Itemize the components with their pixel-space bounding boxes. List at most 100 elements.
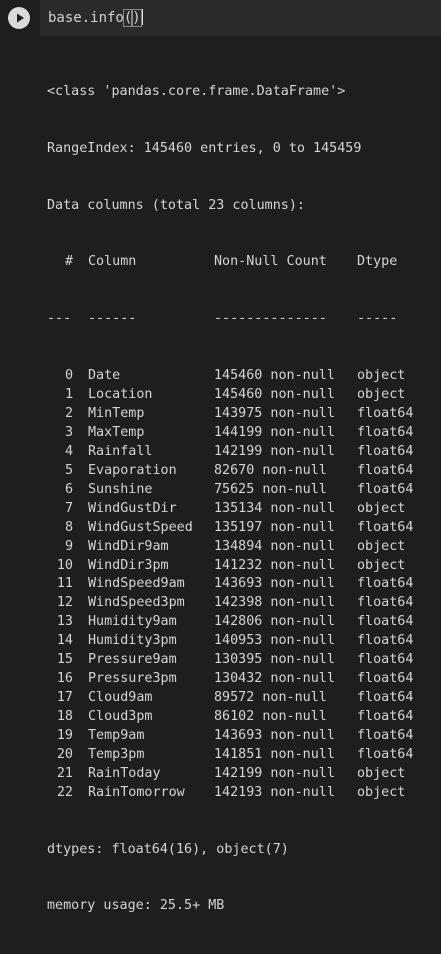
row-column: Location: [88, 387, 153, 403]
row-column: WindSpeed3pm: [88, 595, 185, 611]
row-idx: 12: [56, 595, 73, 611]
row-idx: 14: [56, 633, 73, 649]
table-row: 2 MinTemp 143975 non-null float64: [47, 405, 427, 424]
row-idx: 20: [56, 746, 73, 762]
row-column: Temp3pm: [88, 746, 145, 762]
row-idx: 0: [64, 368, 73, 384]
row-idx: 16: [56, 671, 73, 687]
code-line: base.info(): [48, 8, 143, 28]
row-dtype: object: [357, 557, 406, 573]
row-idx: 7: [64, 500, 73, 516]
row-dtype: float64: [357, 690, 414, 706]
row-column: RainTomorrow: [88, 784, 185, 800]
row-dtype: float64: [357, 709, 414, 724]
row-nonnull: 89572 non-null: [214, 690, 327, 706]
table-body: 0 Date 145460 non-null object 1 Location 14546…: [47, 367, 427, 803]
row-idx: 8: [64, 519, 73, 535]
table-row: 19 Temp9am 143693 non-null float64: [47, 727, 427, 746]
row-column: Pressure3pm: [88, 671, 177, 687]
row-nonnull: 141851 non-null: [214, 746, 335, 762]
row-nonnull: 143693 non-null: [214, 727, 335, 743]
table-row: 4 Rainfall 142199 non-null float64: [47, 443, 427, 462]
row-idx: 5: [64, 462, 73, 478]
table-row: 12 WindSpeed3pm 142398 non-null float64: [47, 594, 427, 613]
text-caret: [141, 9, 143, 25]
table-separator: --- ------ -------------- -----: [47, 310, 427, 329]
row-idx: 19: [56, 727, 73, 743]
row-column: Humidity3pm: [88, 633, 177, 649]
table-row: 15 Pressure9am 130395 non-null float64: [47, 651, 427, 670]
row-column: WindGustDir: [88, 500, 177, 516]
row-column: WindDir3pm: [88, 557, 169, 573]
row-dtype: float64: [357, 671, 414, 687]
row-dtype: float64: [357, 633, 414, 649]
row-idx: 18: [56, 709, 73, 724]
code-editor[interactable]: base.info(): [40, 0, 441, 36]
row-idx: 13: [56, 614, 73, 630]
dtypes-line: dtypes: float64(16), object(7): [47, 841, 289, 857]
row-dtype: float64: [357, 595, 414, 611]
row-column: Humidity9am: [88, 614, 177, 630]
memory-usage-line: memory usage: 25.5+ MB: [47, 898, 225, 914]
row-dtype: object: [357, 368, 406, 384]
table-row: 18 Cloud3pm 86102 non-null float64: [47, 708, 427, 727]
row-idx: 15: [56, 652, 73, 668]
table-row: 13 Humidity9am 142806 non-null float64: [47, 613, 427, 632]
row-dtype: float64: [357, 519, 414, 535]
table-row: 6 Sunshine 75625 non-null float64: [47, 481, 427, 500]
row-column: RainToday: [88, 765, 161, 781]
row-nonnull: 143975 non-null: [214, 406, 335, 421]
table-row: 8 WindGustSpeed 135197 non-null float64: [47, 519, 427, 538]
row-column: Cloud3pm: [88, 709, 153, 724]
row-nonnull: 145460 non-null: [214, 368, 335, 384]
sep-dtype: -----: [357, 311, 398, 327]
row-column: Pressure9am: [88, 652, 177, 668]
table-row: 11 WindSpeed9am 143693 non-null float64: [47, 575, 427, 594]
row-idx: 1: [64, 387, 73, 403]
row-nonnull: 142806 non-null: [214, 614, 335, 630]
row-dtype: object: [357, 538, 406, 554]
row-idx: 3: [64, 424, 73, 440]
table-row: 0 Date 145460 non-null object: [47, 367, 427, 386]
row-dtype: object: [357, 784, 406, 800]
row-dtype: float64: [357, 443, 414, 459]
sep-nonnull: --------------: [214, 311, 327, 327]
row-nonnull: 135197 non-null: [214, 519, 335, 535]
row-dtype: object: [357, 387, 406, 403]
row-dtype: float64: [357, 652, 414, 668]
row-idx: 9: [64, 538, 73, 554]
header-dtype: Dtype: [357, 254, 398, 270]
row-idx: 10: [56, 557, 73, 573]
table-row: 21 RainToday 142199 non-null object: [47, 765, 427, 784]
cell-output: <class 'pandas.core.frame.DataFrame'> Ra…: [47, 45, 427, 954]
row-dtype: float64: [357, 614, 414, 630]
class-line: <class 'pandas.core.frame.DataFrame'>: [47, 83, 346, 99]
row-nonnull: 143693 non-null: [214, 576, 335, 592]
table-row: 14 Humidity3pm 140953 non-null float64: [47, 632, 427, 651]
table-row: 7 WindGustDir 135134 non-null object: [47, 500, 427, 519]
row-nonnull: 144199 non-null: [214, 424, 335, 440]
row-idx: 22: [56, 784, 73, 800]
row-column: MinTemp: [88, 406, 145, 421]
row-nonnull: 130432 non-null: [214, 671, 335, 687]
row-idx: 11: [56, 576, 73, 592]
run-cell-button[interactable]: [8, 7, 30, 29]
notebook-cell: base.info() <class 'pandas.core.frame.Da…: [0, 0, 441, 913]
table-row: 16 Pressure3pm 130432 non-null float64: [47, 670, 427, 689]
row-column: Sunshine: [88, 481, 153, 497]
table-row: 3 MaxTemp 144199 non-null float64: [47, 424, 427, 443]
row-dtype: float64: [357, 746, 414, 762]
table-row: 5 Evaporation 82670 non-null float64: [47, 462, 427, 481]
row-column: Rainfall: [88, 443, 153, 459]
row-nonnull: 135134 non-null: [214, 500, 335, 516]
row-nonnull: 142398 non-null: [214, 595, 335, 611]
row-idx: 21: [56, 765, 73, 781]
row-dtype: object: [357, 500, 406, 516]
row-dtype: float64: [357, 406, 414, 421]
row-nonnull: 142199 non-null: [214, 443, 335, 459]
row-dtype: float64: [357, 576, 414, 592]
table-row: 20 Temp3pm 141851 non-null float64: [47, 746, 427, 765]
row-column: WindDir9am: [88, 538, 169, 554]
row-nonnull: 75625 non-null: [214, 481, 327, 497]
code-text: base.info: [48, 10, 124, 26]
